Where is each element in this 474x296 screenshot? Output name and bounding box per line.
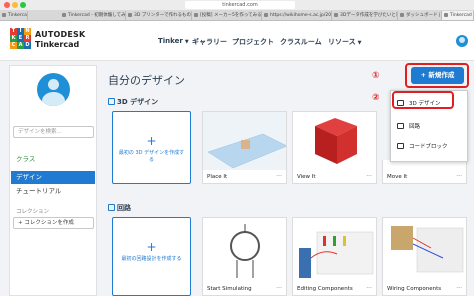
page-title: 自分のデザイン bbox=[108, 74, 185, 87]
nav-tinker-label: Tinker bbox=[158, 37, 183, 45]
minimize-window-button[interactable] bbox=[12, 2, 18, 8]
logo-letter: E bbox=[17, 35, 24, 42]
circuit-card[interactable]: Editing Components ··· bbox=[292, 217, 377, 296]
circuit-card[interactable]: Start Simulating ··· bbox=[202, 217, 287, 296]
browser-tab[interactable]: Tinkercad bbox=[0, 11, 28, 20]
circuit-thumbnail bbox=[203, 218, 286, 282]
nav-classroom[interactable]: クラスルーム bbox=[280, 37, 322, 47]
section-circuits-label: 回路 bbox=[117, 204, 131, 212]
section-3d-designs: 3D デザイン bbox=[108, 97, 158, 107]
design-thumbnail bbox=[293, 112, 376, 170]
card-title: Editing Components bbox=[297, 286, 353, 292]
view-it-preview bbox=[315, 118, 357, 164]
wiring-components-preview bbox=[391, 226, 464, 273]
logo-letter: A bbox=[17, 42, 24, 49]
avatar-head bbox=[48, 79, 59, 90]
circuit-thumbnail bbox=[383, 218, 466, 282]
logo-letter: D bbox=[24, 42, 31, 49]
chevron-down-icon: ▼ bbox=[357, 40, 362, 46]
maximize-window-button[interactable] bbox=[20, 2, 26, 8]
sidebar-item-designs[interactable]: デザイン bbox=[11, 171, 95, 184]
section-3d-label: 3D デザイン bbox=[117, 98, 159, 106]
browser-tab[interactable]: Tinkercad - 初期体験してみよう bbox=[60, 11, 126, 20]
callout-2: ② bbox=[372, 93, 380, 103]
browser-tab[interactable]: 3Dデータ作成を学びたいと思う子ど… bbox=[332, 11, 398, 20]
code-blocks-icon bbox=[397, 143, 404, 149]
user-avatar[interactable] bbox=[456, 35, 468, 47]
callout-1: ① bbox=[372, 71, 380, 81]
circuit-icon bbox=[108, 204, 115, 211]
nav-projects[interactable]: プロジェクト bbox=[232, 37, 274, 47]
more-options-icon[interactable]: ··· bbox=[366, 173, 372, 180]
close-window-button[interactable] bbox=[4, 2, 10, 8]
more-options-icon[interactable]: ··· bbox=[456, 285, 462, 292]
logo-letter: K bbox=[10, 35, 17, 42]
more-options-icon[interactable]: ··· bbox=[456, 173, 462, 180]
circuit-icon bbox=[397, 123, 404, 129]
chevron-down-icon: ▼ bbox=[184, 39, 189, 45]
start-simulating-preview bbox=[230, 224, 260, 278]
card-title: Place It bbox=[207, 174, 228, 180]
section-circuits: 回路 bbox=[108, 203, 131, 213]
site-header: T I N K E R C A D AUTODESK Tinkercad Tin… bbox=[0, 21, 474, 61]
plus-icon: + bbox=[146, 134, 157, 148]
nav-resources-label: リソース bbox=[328, 38, 356, 46]
logo-letter: I bbox=[17, 28, 24, 35]
design-card[interactable]: Move It ··· bbox=[382, 160, 467, 184]
browser-tab[interactable]: https://wikihome-s.ac.jp/20… bbox=[262, 11, 332, 20]
create-circuit-card[interactable]: + 最初の回路設計を作成する bbox=[112, 217, 191, 296]
dropdown-item-circuit[interactable]: 回路 bbox=[397, 122, 420, 130]
browser-toolbar: tinkercad.com bbox=[0, 0, 474, 10]
design-card[interactable]: Place It ··· bbox=[202, 111, 287, 184]
logo-letter: R bbox=[24, 35, 31, 42]
create-collection-button[interactable]: + コレクションを作成 bbox=[13, 217, 94, 229]
editing-components-preview bbox=[299, 231, 374, 278]
circuit-card[interactable]: Wiring Components ··· bbox=[382, 217, 467, 296]
tab-strip: Tinkercad Tinkercad - 初期体験してみよう 3D プリンター… bbox=[0, 10, 474, 21]
design-thumbnail bbox=[203, 112, 286, 170]
browser-tab[interactable]: 3D プリンターで作れるものは？ bbox=[126, 11, 192, 20]
more-options-icon[interactable]: ··· bbox=[276, 285, 282, 292]
place-it-preview bbox=[207, 133, 286, 169]
nav-gallery[interactable]: ギャラリー bbox=[192, 37, 227, 47]
card-title: Move It bbox=[387, 174, 408, 180]
brand-tinkercad: Tinkercad bbox=[35, 40, 80, 49]
browser-tab[interactable]: ダッシュボード | Tinkercad bbox=[398, 11, 442, 20]
dropdown-item-label: 回路 bbox=[409, 124, 421, 130]
logo-letter: T bbox=[10, 28, 17, 35]
browser-tab[interactable]: [投稿] メーカー5を作ってみる bbox=[192, 11, 262, 20]
nav-resources[interactable]: リソース ▼ bbox=[328, 37, 362, 47]
nav-tinker[interactable]: Tinker ▼ bbox=[158, 37, 189, 45]
card-title: View It bbox=[297, 174, 316, 180]
brand-autodesk: AUTODESK bbox=[35, 30, 86, 39]
sidebar-item-class[interactable]: クラス bbox=[16, 153, 35, 163]
profile-avatar[interactable] bbox=[37, 73, 70, 106]
cube-icon bbox=[108, 98, 115, 105]
highlight-new-button bbox=[405, 63, 469, 88]
create-circuit-label: 最初の回路設計を作成する bbox=[121, 256, 182, 262]
dropdown-item-codeblocks[interactable]: コードブロック bbox=[397, 142, 448, 150]
browser-tab-active[interactable]: Tinkercad bbox=[442, 11, 474, 20]
card-title: Wiring Components bbox=[387, 286, 442, 292]
create-3d-label: 最初の 3D デザインを作成する bbox=[118, 150, 185, 163]
plus-icon: + bbox=[146, 240, 157, 254]
dropdown-item-label: コードブロック bbox=[409, 144, 448, 150]
collections-label: コレクション bbox=[16, 209, 50, 215]
more-options-icon[interactable]: ··· bbox=[366, 285, 372, 292]
logo-letter: N bbox=[24, 28, 31, 35]
design-search-input[interactable]: デザインを検索... bbox=[13, 126, 94, 138]
sidebar-item-tutorials[interactable]: チュートリアル bbox=[11, 185, 95, 198]
avatar-body bbox=[42, 92, 65, 106]
design-card[interactable]: View It ··· bbox=[292, 111, 377, 184]
sidebar: デザインを検索... クラス デザイン チュートリアル コレクション + コレク… bbox=[9, 65, 97, 296]
circuit-thumbnail bbox=[293, 218, 376, 282]
address-bar[interactable]: tinkercad.com bbox=[185, 1, 295, 9]
tinkercad-logo[interactable]: T I N K E R C A D bbox=[10, 28, 31, 49]
logo-letter: C bbox=[10, 42, 17, 49]
more-options-icon[interactable]: ··· bbox=[276, 173, 282, 180]
create-3d-design-card[interactable]: + 最初の 3D デザインを作成する bbox=[112, 111, 191, 184]
highlight-3d-design-option bbox=[392, 91, 454, 109]
card-title: Start Simulating bbox=[207, 286, 252, 292]
